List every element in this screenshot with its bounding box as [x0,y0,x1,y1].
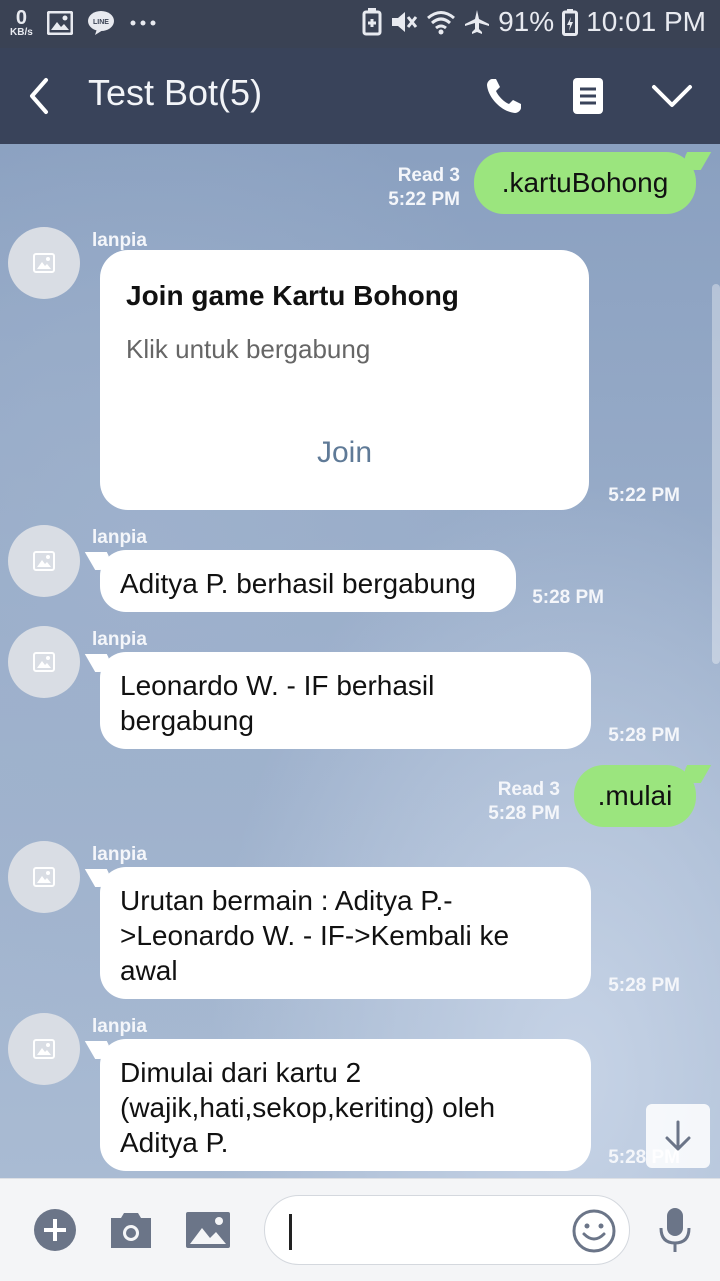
chevron-down-icon[interactable] [650,74,694,118]
airplane-icon [464,9,490,35]
network-speed: 0 KB/s [10,8,33,38]
clock: 10:01 PM [586,6,706,37]
avatar[interactable] [8,626,80,698]
notes-icon[interactable] [566,74,610,118]
read-count: Read 3 [397,165,460,186]
svg-text:LINE: LINE [93,19,109,26]
network-speed-unit: KB/s [10,27,33,38]
incoming-message[interactable]: Urutan bermain : Aditya P.->Leonardo W. … [100,867,591,999]
incoming-message[interactable]: Aditya P. berhasil bergabung [100,550,516,612]
text-caret [289,1214,292,1250]
message-time: 5:28 PM [532,587,604,608]
phone-icon[interactable] [482,74,526,118]
more-dots-icon [129,19,157,27]
join-game-card[interactable]: Join game Kartu Bohong Klik untuk bergab… [100,250,589,510]
status-bar: 0 KB/s LINE 91% 10:01 PM [0,0,720,48]
avatar[interactable] [8,841,80,913]
battery-saver-icon [362,8,382,36]
message-input-bar [0,1178,720,1281]
arrow-down-icon [665,1120,691,1151]
message-time: 5:28 PM [488,803,560,824]
scroll-to-bottom-button[interactable] [646,1104,710,1168]
network-speed-value: 0 [15,7,27,29]
line-icon: LINE [87,10,115,36]
sender-name: lanpia [92,1016,147,1037]
read-receipt: Read 3 5:22 PM [360,164,460,212]
battery-icon [562,8,579,36]
back-icon[interactable] [20,76,60,116]
avatar[interactable] [8,227,80,299]
chat-area[interactable]: Read 3 5:22 PM .kartuBohong lanpia Join … [0,144,720,1178]
incoming-message[interactable]: Dimulai dari kartu 2 (wajik,hati,sekop,k… [100,1039,591,1171]
sender-name: lanpia [92,629,147,650]
message-input[interactable] [264,1195,630,1265]
mute-icon [390,9,418,35]
wifi-icon [426,9,456,35]
card-subtitle: Klik untuk bergabung [126,334,371,364]
sender-name: lanpia [92,844,147,865]
avatar[interactable] [8,1013,80,1085]
incoming-message[interactable]: Leonardo W. - IF berhasil bergabung [100,652,591,749]
gallery-icon[interactable] [184,1207,232,1253]
message-time: 5:28 PM [608,975,680,996]
chat-header: Test Bot(5) [0,48,720,144]
read-count: Read 3 [497,779,560,800]
avatar[interactable] [8,525,80,597]
battery-percent: 91% [498,6,555,37]
message-time: 5:22 PM [388,189,460,210]
sender-name: lanpia [92,230,147,251]
chat-title: Test Bot(5) [88,72,263,113]
microphone-icon[interactable] [652,1207,698,1253]
message-time: 5:28 PM [608,725,680,746]
camera-icon[interactable] [108,1207,154,1253]
card-title: Join game Kartu Bohong [126,280,459,311]
scrollbar[interactable] [712,284,720,664]
outgoing-message[interactable]: .mulai [574,765,696,827]
sender-name: lanpia [92,527,147,548]
read-receipt: Read 3 5:28 PM [460,778,560,826]
message-time: 5:22 PM [608,485,680,506]
join-button[interactable]: Join [100,436,589,470]
image-icon [46,11,73,35]
emoji-icon[interactable] [571,1208,617,1254]
plus-icon[interactable] [32,1207,78,1253]
outgoing-message[interactable]: .kartuBohong [474,152,696,214]
